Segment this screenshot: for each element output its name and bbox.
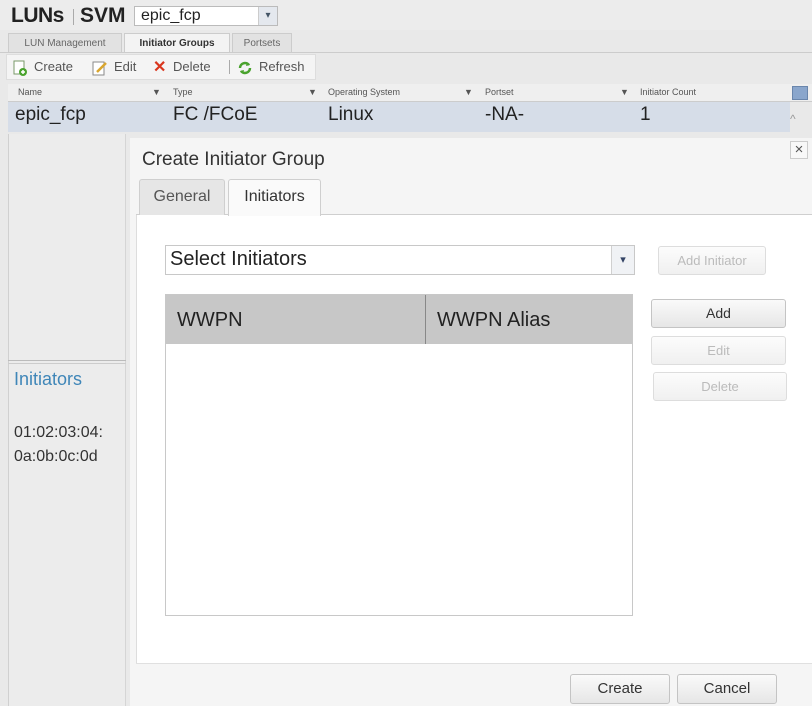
delete-label: Delete (173, 59, 211, 74)
page-title: LUNs (11, 4, 64, 27)
close-icon[interactable]: × (790, 141, 808, 159)
details-panel (8, 134, 126, 706)
svm-label: SVM (80, 4, 126, 27)
column-header-name[interactable]: Name (18, 84, 42, 101)
select-initiators-value: Select Initiators (170, 248, 307, 270)
filter-icon[interactable]: ▼ (620, 84, 629, 101)
edit-button[interactable]: Edit (92, 55, 136, 79)
tab-portsets[interactable]: Portsets (232, 33, 292, 53)
grid-header: Name ▼ Type ▼ Operating System ▼ Portset… (8, 84, 812, 102)
title-divider (73, 9, 74, 25)
cell-type: FC /FCoE (173, 104, 258, 125)
refresh-button[interactable]: Refresh (237, 55, 305, 79)
edit-icon (92, 60, 108, 76)
select-initiators-dropdown[interactable]: Select Initiators ▾ (165, 245, 635, 275)
initiator-wwpn-line1: 01:02:03:04: (14, 424, 103, 441)
column-header-wwpn[interactable]: WWPN (177, 309, 243, 332)
create-icon (12, 60, 28, 76)
filter-icon[interactable]: ▼ (152, 84, 161, 101)
add-button[interactable]: Add (651, 299, 786, 328)
filter-icon[interactable]: ▼ (464, 84, 473, 101)
toolbar: Create Edit ✕ Delete Refresh (6, 54, 316, 80)
edit-button[interactable]: Edit (651, 336, 786, 365)
cell-portset: -NA- (485, 104, 525, 125)
column-header-os[interactable]: Operating System (328, 84, 400, 101)
column-settings-icon[interactable] (792, 86, 808, 100)
tab-general[interactable]: General (139, 179, 225, 215)
delete-button[interactable]: ✕ Delete (153, 55, 211, 79)
delete-button[interactable]: Delete (653, 372, 787, 401)
column-header-type[interactable]: Type (173, 84, 193, 101)
initiators-heading: Initiators (14, 369, 83, 389)
tab-initiators[interactable]: Initiators (228, 179, 321, 216)
refresh-icon (237, 60, 253, 76)
column-header-portset[interactable]: Portset (485, 84, 514, 101)
column-header-wwpn-alias[interactable]: WWPN Alias (437, 309, 550, 332)
chevron-down-icon[interactable]: ▾ (611, 246, 634, 274)
column-divider[interactable] (425, 295, 426, 344)
filter-icon[interactable]: ▼ (308, 84, 317, 101)
initiator-wwpn-line2: 0a:0b:0c:0d (14, 448, 98, 465)
create-button[interactable]: Create (12, 55, 73, 79)
dialog-footer-divider (136, 663, 812, 664)
toolbar-divider (229, 60, 230, 74)
scroll-up-icon[interactable]: ^ (790, 112, 796, 126)
chevron-down-icon[interactable]: ▾ (258, 7, 277, 25)
cell-initiator-count: 1 (640, 104, 651, 125)
add-initiator-button[interactable]: Add Initiator (658, 246, 766, 275)
svm-selected-value: epic_fcp (141, 7, 201, 24)
edit-label: Edit (114, 59, 137, 74)
tab-lun-management[interactable]: LUN Management (8, 33, 122, 53)
cell-os: Linux (328, 104, 374, 125)
cancel-button[interactable]: Cancel (677, 674, 777, 704)
header-bar: LUNs SVM epic_fcp ▾ (0, 0, 812, 30)
column-header-initiator-count[interactable]: Initiator Count (640, 84, 696, 101)
tab-divider (0, 52, 812, 53)
table-row[interactable]: epic_fcp FC /FCoE Linux -NA- 1 (8, 102, 790, 132)
svm-select[interactable]: epic_fcp ▾ (134, 6, 278, 26)
tab-initiator-groups[interactable]: Initiator Groups (124, 33, 230, 53)
refresh-label: Refresh (259, 59, 305, 74)
panel-splitter[interactable] (8, 360, 126, 364)
create-label: Create (34, 59, 74, 74)
delete-icon: ✕ (153, 58, 167, 76)
create-button[interactable]: Create (570, 674, 670, 704)
cell-name: epic_fcp (15, 104, 86, 125)
dialog-title: Create Initiator Group (142, 149, 325, 170)
